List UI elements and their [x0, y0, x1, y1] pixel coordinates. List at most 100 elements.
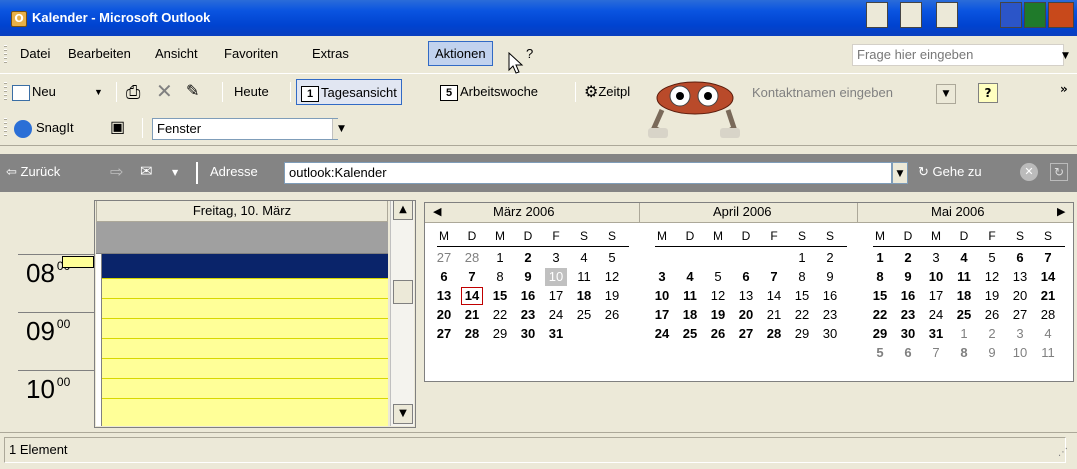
date-cell[interactable]: 7 — [763, 268, 785, 286]
date-cell[interactable]: 24 — [925, 306, 947, 324]
date-cell[interactable]: 1 — [869, 249, 891, 267]
date-cell[interactable]: 5 — [601, 249, 623, 267]
time-slot[interactable] — [102, 318, 388, 338]
forward-arrow-icon[interactable]: ⇨ — [110, 162, 123, 181]
menu-ansicht[interactable]: Ansicht — [155, 46, 198, 61]
toolbar-overflow-chevron-icon[interactable]: » — [1060, 82, 1068, 96]
date-cell[interactable]: 7 — [925, 344, 947, 362]
date-cell[interactable]: 2 — [819, 249, 841, 267]
date-cell[interactable]: 5 — [981, 249, 1003, 267]
taskbar-icon-2[interactable] — [900, 2, 922, 28]
excel-icon[interactable] — [1024, 2, 1046, 28]
date-cell[interactable]: 8 — [489, 268, 511, 286]
date-cell[interactable]: 13 — [735, 287, 757, 305]
scroll-up-icon[interactable]: ▲ — [393, 200, 413, 220]
snagit-capture-icon[interactable]: ▣ — [110, 115, 125, 141]
date-cell[interactable]: 6 — [1009, 249, 1031, 267]
date-cell[interactable]: 25 — [679, 325, 701, 343]
help-icon[interactable]: ? — [978, 83, 998, 103]
date-cell[interactable]: 25 — [573, 306, 595, 324]
menu-aktionen[interactable]: Aktionen — [428, 41, 493, 66]
address-input[interactable]: outlook:Kalender — [284, 162, 892, 184]
date-cell[interactable]: 26 — [601, 306, 623, 324]
date-cell[interactable]: 11 — [953, 268, 975, 286]
new-dropdown-arrow-icon[interactable]: ▼ — [94, 79, 103, 105]
date-cell[interactable]: 4 — [1037, 325, 1059, 343]
date-cell[interactable]: 10 — [651, 287, 673, 305]
date-cell[interactable]: 13 — [1009, 268, 1031, 286]
prev-month-icon[interactable]: ◀ — [433, 205, 441, 218]
date-cell[interactable]: 9 — [981, 344, 1003, 362]
date-cell[interactable]: 3 — [925, 249, 947, 267]
date-cell[interactable]: 21 — [461, 306, 483, 324]
today-button[interactable]: Heute — [234, 79, 269, 105]
date-cell[interactable]: 2 — [517, 249, 539, 267]
resize-grip-icon[interactable]: ⋰ — [1058, 447, 1068, 458]
date-cell[interactable]: 5 — [869, 344, 891, 362]
time-slot[interactable] — [102, 338, 388, 358]
date-cell[interactable]: 28 — [763, 325, 785, 343]
date-cell[interactable]: 14 — [763, 287, 785, 305]
date-cell[interactable]: 6 — [735, 268, 757, 286]
date-cell[interactable]: 20 — [735, 306, 757, 324]
time-slot[interactable] — [102, 358, 388, 378]
date-cell[interactable]: 20 — [433, 306, 455, 324]
ask-question-input[interactable]: Frage hier eingeben — [852, 44, 1064, 66]
date-cell[interactable]: 2 — [981, 325, 1003, 343]
date-cell[interactable]: 18 — [953, 287, 975, 305]
date-cell[interactable]: 13 — [433, 287, 455, 305]
refresh-icon[interactable]: ↻ — [1050, 163, 1068, 181]
schedule-button[interactable]: ⚙Zeitpl — [584, 79, 630, 105]
contact-search-input[interactable]: Kontaktnamen eingeben — [748, 83, 958, 105]
date-cell[interactable]: 29 — [489, 325, 511, 343]
categorize-icon[interactable]: ✎ — [186, 79, 199, 105]
day-view-button[interactable]: 1 Tagesansicht — [296, 79, 402, 105]
date-cell[interactable]: 29 — [869, 325, 891, 343]
date-cell[interactable]: 19 — [601, 287, 623, 305]
date-cell[interactable]: 27 — [433, 249, 455, 267]
date-cell[interactable]: 16 — [819, 287, 841, 305]
date-cell[interactable]: 16 — [517, 287, 539, 305]
outlook-app-icon[interactable]: O — [11, 11, 27, 27]
stop-icon[interactable]: ✕ — [1020, 163, 1038, 181]
date-cell[interactable]: 19 — [707, 306, 729, 324]
date-cell[interactable]: 22 — [791, 306, 813, 324]
ask-dropdown-arrow-icon[interactable]: ▼ — [1062, 51, 1069, 61]
date-cell[interactable]: 26 — [707, 325, 729, 343]
scroll-thumb[interactable] — [393, 280, 413, 304]
date-cell[interactable]: 23 — [517, 306, 539, 324]
date-cell[interactable]: 22 — [869, 306, 891, 324]
capture-mode-select[interactable]: Fenster — [152, 118, 338, 140]
date-cell[interactable]: 17 — [925, 287, 947, 305]
word-icon[interactable] — [1000, 2, 1022, 28]
new-button[interactable]: Neu — [12, 79, 56, 105]
date-cell[interactable]: 6 — [433, 268, 455, 286]
date-cell[interactable]: 21 — [1037, 287, 1059, 305]
date-cell[interactable]: 23 — [897, 306, 919, 324]
time-slot[interactable] — [102, 298, 388, 318]
goto-button[interactable]: ↻ Gehe zu — [918, 164, 982, 180]
date-cell[interactable]: 18 — [679, 306, 701, 324]
date-cell[interactable]: 29 — [791, 325, 813, 343]
menu-favoriten[interactable]: Favoriten — [224, 46, 278, 61]
print-icon[interactable]: ⎙ — [126, 79, 140, 105]
work-week-button[interactable]: 5 Arbeitswoche — [440, 79, 538, 105]
date-cell[interactable]: 18 — [573, 287, 595, 305]
office-assistant-icon[interactable] — [640, 76, 750, 140]
date-cell[interactable]: 3 — [1009, 325, 1031, 343]
address-dropdown-arrow-icon[interactable]: ▼ — [892, 162, 908, 184]
today-date-cell[interactable]: 14 — [461, 287, 483, 305]
powerpoint-icon[interactable] — [1048, 2, 1074, 28]
time-slot[interactable] — [102, 378, 388, 398]
date-cell[interactable]: 27 — [433, 325, 455, 343]
day-header[interactable]: Freitag, 10. März — [96, 200, 388, 222]
date-cell[interactable]: 27 — [1009, 306, 1031, 324]
delete-icon[interactable]: ✕ — [156, 79, 173, 105]
date-cell[interactable]: 30 — [517, 325, 539, 343]
date-cell[interactable]: 15 — [489, 287, 511, 305]
date-cell[interactable]: 11 — [1037, 344, 1059, 362]
date-cell[interactable]: 17 — [545, 287, 567, 305]
capture-mode-arrow-icon[interactable]: ▼ — [332, 119, 350, 139]
date-cell[interactable]: 15 — [791, 287, 813, 305]
date-cell[interactable]: 8 — [791, 268, 813, 286]
